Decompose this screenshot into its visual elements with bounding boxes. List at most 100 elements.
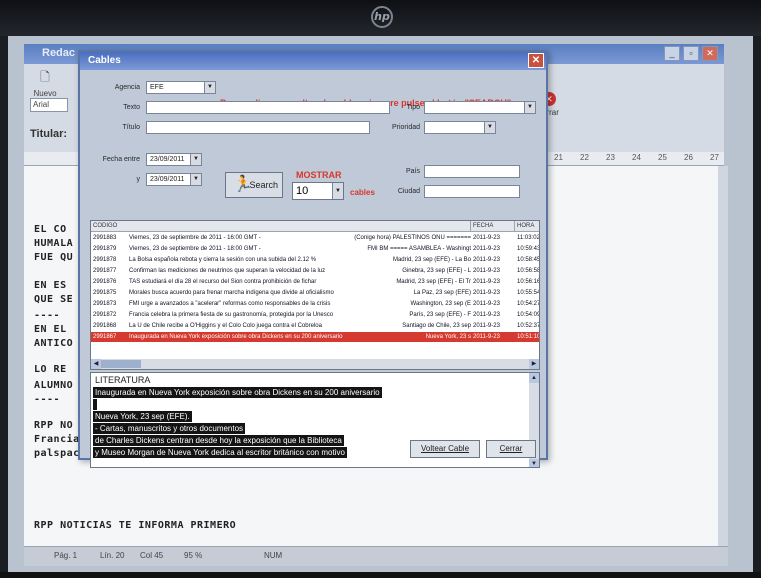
- cell-hora: 10:52:37: [517, 323, 540, 329]
- cell-code: 2991867: [93, 334, 117, 340]
- cell-hora: 10:54:27: [517, 301, 540, 307]
- ruler-mark: 22: [580, 153, 589, 162]
- doc-line: ALUMNO: [34, 380, 74, 391]
- cell-hora: 10:56:16: [517, 279, 540, 285]
- cell-fecha: 2011-9-23: [473, 257, 500, 263]
- pais-input[interactable]: [424, 165, 520, 178]
- ruler-mark: 25: [658, 153, 667, 162]
- maximize-icon[interactable]: ▫: [683, 46, 699, 61]
- titular-label: Titular:: [30, 128, 68, 140]
- cell-title: Confirman las mediciones de neutrinos qu…: [129, 268, 326, 274]
- cell-source: Madrid, 23 sep (EFE) - La Bo: [392, 257, 471, 263]
- agencia-label: Agencia: [114, 84, 140, 91]
- cell-source: Washington, 23 sep (E: [410, 301, 471, 307]
- scroll-up-icon[interactable]: ▲: [529, 373, 539, 383]
- table-row[interactable]: 2991873 FMI urge a avanzados a "acelerar"…: [91, 299, 539, 309]
- cell-fecha: 2011-9-23: [473, 279, 500, 285]
- cell-title: FMI urge a avanzados a "acelerar" reform…: [129, 301, 331, 307]
- detail-line: Nueva York, 23 sep (EFE).: [93, 411, 192, 422]
- chevron-down-icon: ▼: [190, 154, 201, 165]
- column-header-hora[interactable]: HORA: [515, 221, 539, 232]
- new-document-label: Nuevo: [33, 89, 57, 98]
- doc-line: HUMALA: [34, 238, 74, 249]
- font-select[interactable]: Arial: [30, 98, 68, 112]
- agencia-select[interactable]: EFE ▼: [146, 81, 216, 94]
- table-row[interactable]: 2991872 Francia celebra la primera fiesta…: [91, 310, 539, 320]
- texto-input[interactable]: [146, 101, 390, 114]
- cell-hora: 10:54:09: [517, 312, 540, 318]
- search-button-label: Search: [249, 180, 278, 190]
- screen: Redac _ ▫ ✕ 🗋 Nuevo Arial Titular: ✕ err…: [8, 36, 753, 572]
- status-bar: Pág. 1 Lín. 20 Col 45 95 % NUM: [24, 546, 728, 566]
- table-row[interactable]: 2991877 Confirman las mediciones de neutr…: [91, 266, 539, 276]
- scroll-thumb[interactable]: [101, 360, 141, 368]
- ruler-mark: 23: [606, 153, 615, 162]
- doc-line: palspac: [34, 448, 80, 459]
- fecha-to-picker[interactable]: 23/09/2011 ▼: [146, 173, 202, 186]
- status-col: Col 45: [140, 551, 164, 560]
- new-document-icon: 🗋: [40, 70, 50, 84]
- titulo-input[interactable]: [146, 121, 370, 134]
- search-button[interactable]: 🏃 Search: [225, 172, 283, 198]
- tipo-select[interactable]: ▼: [424, 101, 536, 114]
- cell-hora: 10:56:58: [517, 268, 540, 274]
- table-row[interactable]: 2991867 Inaugurada en Nueva York exposici…: [91, 332, 539, 342]
- monitor-bezel-top: hp: [0, 0, 761, 36]
- scroll-down-icon[interactable]: ▼: [529, 459, 539, 467]
- cables-table: CODIGO FECHA HORA 2991883 Viernes, 23 de …: [90, 220, 540, 370]
- cell-hora: 10:58:45: [517, 257, 540, 263]
- table-row[interactable]: 2991868 La U de Chile recibe a O'Higgins …: [91, 321, 539, 331]
- detail-line: y Museo Morgan de Nueva York dedica al e…: [93, 447, 347, 458]
- mostrar-label: MOSTRAR: [296, 170, 342, 180]
- cell-fecha: 2011-9-23: [473, 246, 500, 252]
- cell-title: Francia celebra la primera fiesta de su …: [129, 312, 334, 318]
- fecha-from-picker[interactable]: 23/09/2011 ▼: [146, 153, 202, 166]
- ruler-mark: 26: [684, 153, 693, 162]
- scroll-right-icon[interactable]: ▶: [529, 359, 539, 369]
- cell-fecha: 2011-9-23: [473, 290, 500, 296]
- table-horizontal-scrollbar[interactable]: ◀ ▶: [91, 359, 539, 369]
- cables-label: cables: [350, 188, 375, 197]
- bg-app-title: Redac: [42, 47, 76, 59]
- document-scrollbar[interactable]: [718, 166, 728, 546]
- scroll-left-icon[interactable]: ◀: [91, 359, 101, 369]
- cell-code: 2991883: [93, 235, 117, 241]
- table-row[interactable]: 2991875 Morales busca acuerdo para frenar…: [91, 288, 539, 298]
- ciudad-label: Ciudad: [397, 188, 420, 195]
- tipo-label: Tipo: [406, 104, 420, 111]
- minimize-icon[interactable]: _: [664, 46, 680, 61]
- cell-title: TAS estudiará el día 28 el recurso del S…: [129, 279, 317, 285]
- chevron-down-icon: ▼: [524, 102, 535, 113]
- close-icon[interactable]: ✕: [702, 46, 718, 61]
- table-row[interactable]: 2991878 La Bolsa española rebota y cierra…: [91, 255, 539, 265]
- cell-fecha: 2011-9-23: [473, 334, 500, 340]
- mostrar-value: 10: [296, 185, 309, 197]
- fecha-to-value: 23/09/2011: [150, 176, 185, 183]
- table-row[interactable]: 2991883 Viernes, 23 de septiembre de 2011…: [91, 233, 539, 243]
- column-header-codigo[interactable]: CODIGO: [91, 221, 471, 232]
- table-row[interactable]: 2991879 Viernes, 23 de septiembre de 2011…: [91, 244, 539, 254]
- volcar-cable-button[interactable]: Voltear Cable: [410, 440, 480, 458]
- new-document-button[interactable]: 🗋 Nuevo: [32, 68, 58, 98]
- mostrar-select[interactable]: 10 ▼: [292, 182, 344, 200]
- cables-dialog: Cables ✕ Agencia EFE ▼ Para realizar con…: [78, 50, 548, 468]
- doc-line: EN EL: [34, 324, 67, 335]
- dialog-close-icon[interactable]: ✕: [528, 53, 544, 68]
- table-row[interactable]: 2991876 TAS estudiará el día 28 el recurs…: [91, 277, 539, 287]
- doc-line: RPP NOTICIAS TE INFORMA PRIMERO: [34, 520, 237, 531]
- cell-title: La Bolsa española rebota y cierra la ses…: [129, 257, 317, 263]
- detail-line: - Cartas, manuscritos y otros documentos: [93, 423, 246, 434]
- detail-line: [93, 399, 97, 410]
- cell-source: Madrid, 23 sep (EFE) - El Tr: [396, 279, 471, 285]
- status-page: Pág. 1: [54, 551, 78, 560]
- doc-line: RPP NO: [34, 420, 74, 431]
- cell-title: Viernes, 23 de septiembre de 2011 - 16:0…: [129, 235, 261, 241]
- cerrar-button[interactable]: Cerrar: [486, 440, 536, 458]
- prioridad-select[interactable]: ▼: [424, 121, 496, 134]
- ciudad-input[interactable]: [424, 185, 520, 198]
- search-runner-icon: 🏃: [233, 176, 253, 193]
- cell-code: 2991873: [93, 301, 117, 307]
- prioridad-label: Prioridad: [391, 124, 420, 131]
- column-header-fecha[interactable]: FECHA: [471, 221, 515, 232]
- cell-hora: 11:03:02: [517, 235, 540, 241]
